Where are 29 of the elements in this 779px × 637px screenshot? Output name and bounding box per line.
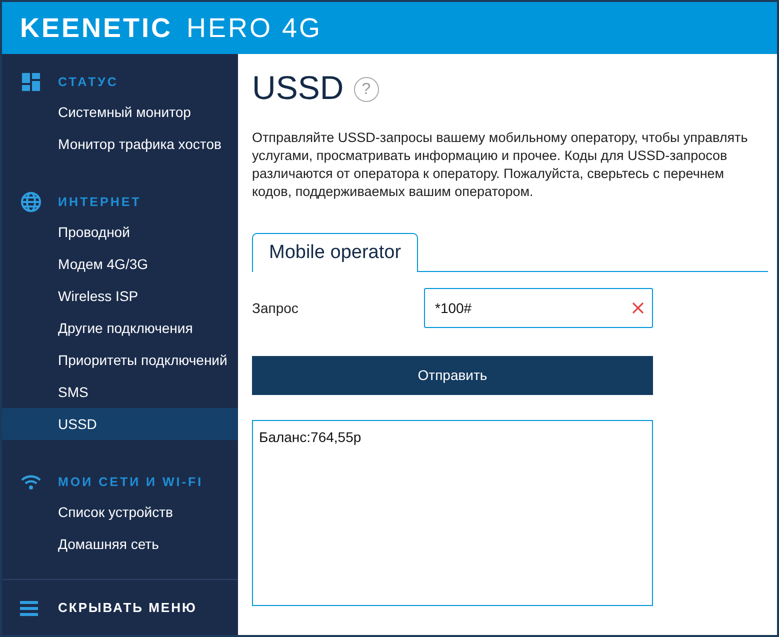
clear-icon[interactable] [632,302,644,314]
sidebar-item[interactable]: Модем 4G/3G [2,248,238,280]
wifi-icon [21,474,41,490]
sidebar-item[interactable]: Проводной [2,216,238,248]
section-heading: МОИ СЕТИ И WI-FI [58,474,204,491]
dashboard-icon [22,73,40,91]
hide-menu-button[interactable]: СКРЫВАТЬ МЕНЮ [58,598,197,618]
sidebar-item[interactable]: Монитор трафика хостов [2,128,238,160]
page-title: USSD [252,68,344,108]
sidebar-item[interactable]: Другие подключения [2,312,238,344]
sidebar-item[interactable]: Системный монитор [2,96,238,128]
sidebar-item[interactable]: USSD [2,408,238,440]
sidebar-item[interactable]: Список устройств [2,496,238,528]
response-box: Баланс:764,55р [252,420,653,606]
section-heading: СТАТУС [58,74,118,91]
tab[interactable]: Mobile operator [252,233,418,272]
sidebar-item[interactable]: Wireless ISP [2,280,238,312]
description-text: Отправляйте USSD-запросы вашему мобильному оператору, чтобы управлять услугами, просматривать информацию и прочее. Коды для USSD-запросов различаются от оператора к оператору. Пожалуйста, сверьтесь с перечнем кодов, поддерживаемых вашим оператором. [252,129,749,201]
field-label: Запрос [252,298,300,318]
menu-icon[interactable] [20,600,38,616]
send-button[interactable]: Отправить [252,356,653,395]
sidebar-item[interactable]: SMS [2,376,238,408]
model-name: HERO 4G [186,12,322,45]
request-field[interactable]: *100# [424,288,653,328]
section-heading: ИНТЕРНЕТ [58,194,142,211]
sidebar-item[interactable]: Домашняя сеть [2,528,238,560]
globe-icon [21,192,41,212]
brand-logo: KEENETIC [20,12,173,45]
sidebar-item[interactable]: Приоритеты подключений [2,344,238,376]
